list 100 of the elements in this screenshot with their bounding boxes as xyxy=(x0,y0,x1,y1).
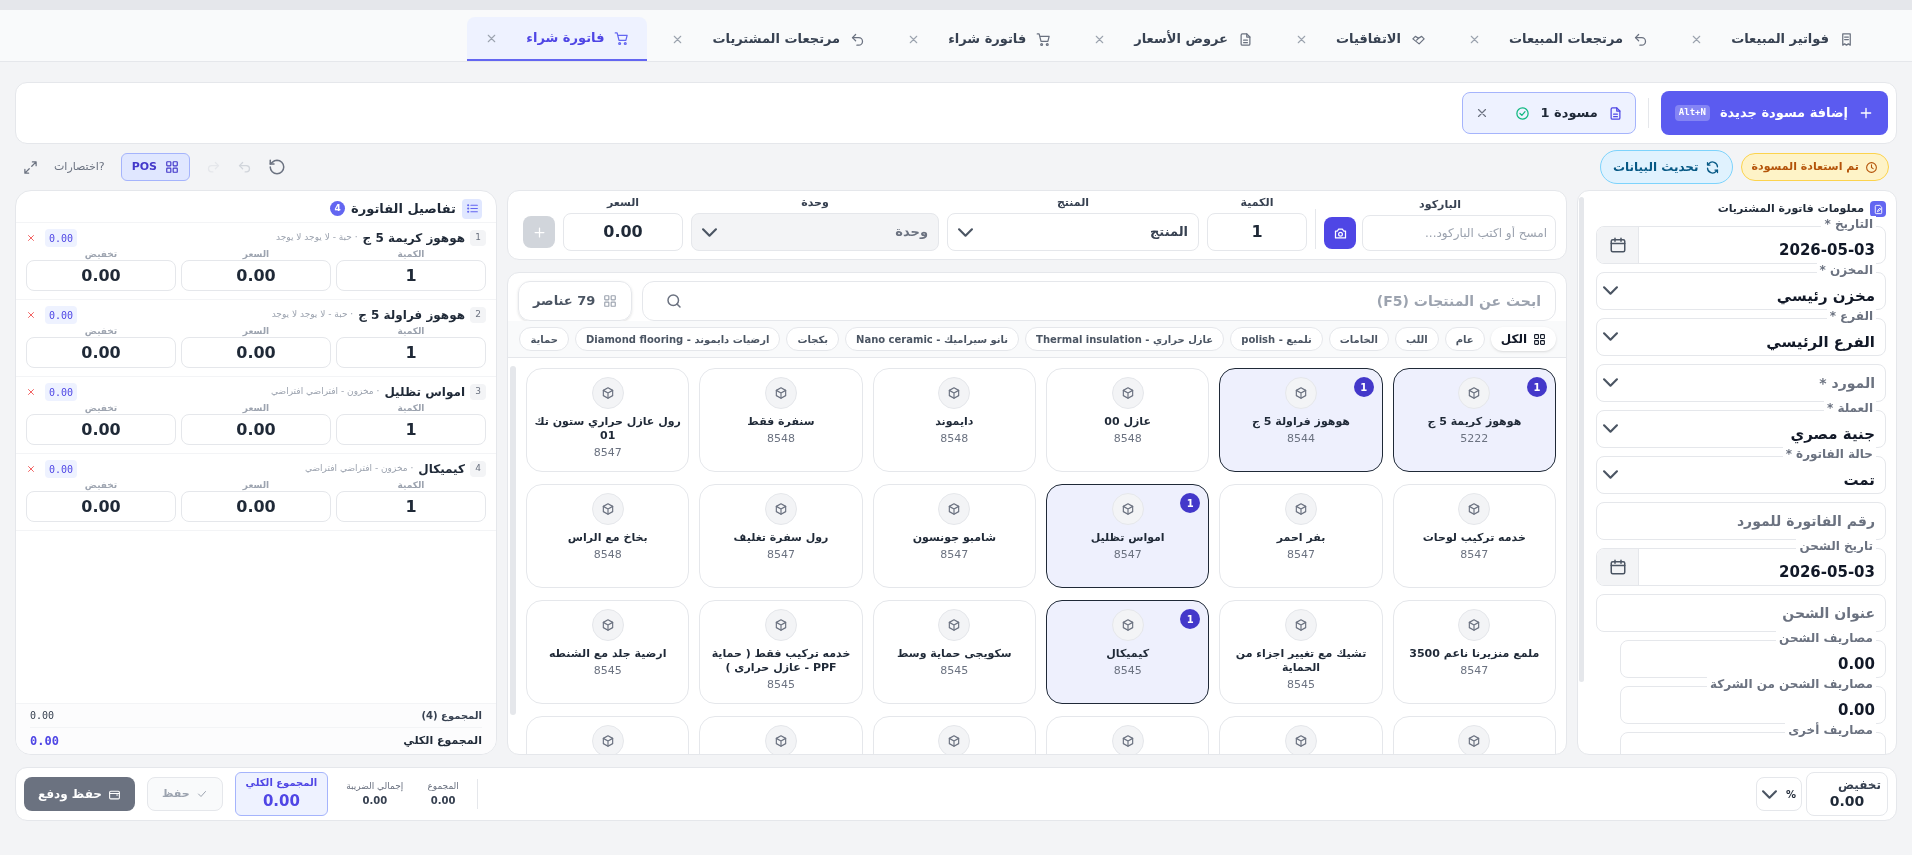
number-field[interactable]: 1 xyxy=(336,260,486,291)
tab[interactable]: مرتجعات المشتريات xyxy=(653,17,884,61)
item-name: امواس تظليل xyxy=(384,384,465,401)
item-details: · مخزون - افتراضي افتراضي xyxy=(304,462,414,476)
tab[interactable]: فاتورة شراء xyxy=(889,17,1070,61)
grand-total-value: 0.00 xyxy=(30,733,59,750)
summary-label: المجموع xyxy=(427,779,459,793)
line-number: 3 xyxy=(470,384,486,400)
category-chip[interactable]: الخامات xyxy=(1328,327,1389,351)
chevron-down-icon xyxy=(958,227,973,237)
grand-total-label: المجموع الكلي xyxy=(403,732,482,749)
product-code: 8548 xyxy=(940,431,969,447)
calendar-button[interactable] xyxy=(1597,226,1639,263)
price-field[interactable]: 0.00 xyxy=(563,213,683,251)
calendar-button[interactable] xyxy=(1597,548,1639,585)
refresh-data-button[interactable]: تحديث البيانات xyxy=(1600,150,1733,184)
chevron-down-icon xyxy=(1603,286,1618,295)
chevron-down-icon xyxy=(1603,424,1618,433)
tab[interactable]: فاتورة شراء xyxy=(467,17,648,61)
line-total: 0.00 xyxy=(45,306,78,324)
chevron-down-icon xyxy=(1603,332,1618,341)
product-name: كيميكال xyxy=(1106,647,1150,661)
cube-icon xyxy=(765,377,797,409)
count-badge: 4 xyxy=(330,201,346,216)
input-field[interactable]: رقم الفاتورة للمورد xyxy=(1596,501,1886,540)
return-arrow-icon xyxy=(850,31,866,47)
product-code: 8547 xyxy=(1287,547,1315,563)
number-field[interactable]: 0.00 xyxy=(26,414,176,445)
number-field[interactable]: 1 xyxy=(336,337,486,368)
clock-icon xyxy=(1865,160,1878,174)
camera-button[interactable] xyxy=(1324,217,1356,249)
input-field[interactable]: عنوان الشحن xyxy=(1596,593,1886,632)
tab[interactable]: عروض الأسعار xyxy=(1075,17,1271,61)
number-field[interactable]: 0.00 xyxy=(26,337,176,368)
cube-icon xyxy=(1111,493,1144,525)
save-and-pay-button[interactable]: حفظ ودفع xyxy=(24,777,135,811)
quantity-field[interactable]: 1 xyxy=(1207,213,1307,251)
product-name: امواس تظليل xyxy=(1090,531,1165,545)
calendar-icon xyxy=(1608,235,1627,254)
summary-label: إجمالي الضريبة xyxy=(346,779,404,793)
camera-icon xyxy=(1332,225,1348,241)
field-label: تخفيض xyxy=(84,248,118,260)
category-chip[interactable]: عام xyxy=(1444,327,1485,351)
cube-icon xyxy=(1458,493,1491,525)
category-chip[interactable]: تلميع - polish xyxy=(1230,327,1323,351)
number-field[interactable]: 0.00 xyxy=(26,491,176,522)
product-code: 8545 xyxy=(767,677,795,693)
item-details: · مخزون - افتراضي افتراضي xyxy=(271,385,380,399)
category-chip[interactable]: عازل حراري - Thermal insulation xyxy=(1025,327,1225,351)
discount-type-select[interactable]: % xyxy=(1756,777,1802,811)
category-chip[interactable]: الكل xyxy=(1490,327,1556,351)
number-field[interactable]: 0.00 xyxy=(181,260,331,291)
reload-icon[interactable] xyxy=(268,158,286,176)
grid-icon xyxy=(165,160,179,174)
remove-icon[interactable] xyxy=(26,233,36,243)
draft-chip[interactable]: مسودة 1 xyxy=(1462,92,1636,134)
product-select[interactable]: المنتج xyxy=(947,213,1199,251)
tab[interactable]: فواتير المبيعات xyxy=(1672,17,1872,61)
product-name: رول عازل حراري ستون تك 01 xyxy=(533,415,682,443)
product-code: 8545 xyxy=(593,663,622,679)
remove-icon[interactable] xyxy=(26,387,36,397)
summary-value: 0.00 xyxy=(262,791,300,813)
field-label: وحدة xyxy=(801,194,829,211)
tab[interactable]: مرتجعات المبيعات xyxy=(1449,17,1667,61)
category-chip[interactable]: اللب xyxy=(1394,327,1439,351)
product-code: 8545 xyxy=(940,663,969,679)
item-name: هوهوز فراولة 5 ج xyxy=(358,307,465,324)
undo-icon[interactable] xyxy=(237,159,252,175)
product-name: خدمه تركيب فقط ( حماية PPF - عازل حرارى ) xyxy=(710,647,852,675)
grid-icon xyxy=(1533,332,1546,346)
product-name: خدمه تركيب لوحات xyxy=(1422,531,1526,545)
category-chip[interactable]: نانو سيراميك - Nano ceramic xyxy=(845,327,1020,351)
cube-icon xyxy=(1458,609,1491,641)
field-label: الكمية xyxy=(397,479,425,491)
product-code: 8548 xyxy=(1113,431,1142,447)
product-code: 8547 xyxy=(1460,547,1489,563)
category-chip[interactable]: بكجات xyxy=(786,327,840,351)
subtotal-value: 0.00 xyxy=(30,709,55,723)
number-field[interactable]: 0.00 xyxy=(181,414,331,445)
number-field[interactable]: 0.00 xyxy=(26,260,176,291)
product-code: 5222 xyxy=(1460,431,1489,447)
remove-icon[interactable] xyxy=(26,310,36,320)
number-field[interactable]: 1 xyxy=(336,414,486,445)
shortcuts-link[interactable]: ?اختصارات xyxy=(54,158,105,176)
line-number: 2 xyxy=(470,307,486,323)
number-field[interactable]: 1 xyxy=(336,491,486,522)
product-code: 8545 xyxy=(1287,677,1315,693)
expand-icon[interactable] xyxy=(23,159,38,175)
number-field[interactable]: 0.00 xyxy=(181,491,331,522)
field-label: الكمية xyxy=(397,402,425,414)
remove-icon[interactable] xyxy=(26,464,36,474)
item-name: هوهوز كريمة 5 ج xyxy=(362,230,465,247)
plus-icon xyxy=(531,224,547,240)
tab[interactable]: الاتفاقيات xyxy=(1276,17,1444,61)
category-chip[interactable]: ارضيات دايموند - Diamond flooring xyxy=(574,327,781,351)
select-field[interactable]: المورد * xyxy=(1596,363,1886,402)
product-name: سنفرة فقط xyxy=(747,415,815,429)
number-field[interactable]: 0.00 xyxy=(181,337,331,368)
category-chip[interactable]: حماية xyxy=(519,327,569,351)
pos-button[interactable]: POS xyxy=(120,153,190,181)
